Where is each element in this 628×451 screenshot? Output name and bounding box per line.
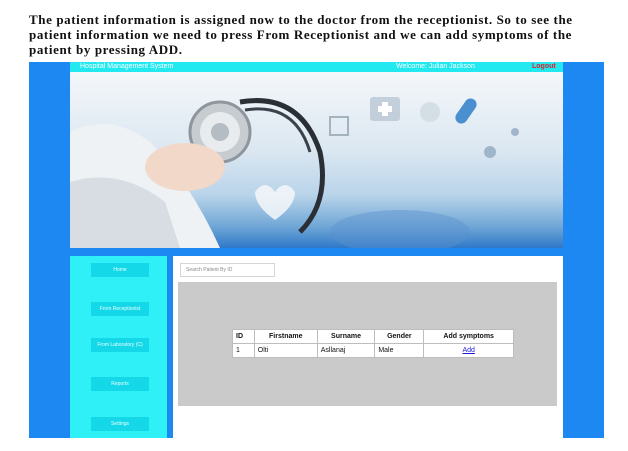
stethoscope-illustration (70, 97, 519, 248)
table-row: 1 Olti Asllanaj Male Add (232, 343, 514, 358)
search-patient-input[interactable] (180, 263, 275, 277)
column-header-id: ID (232, 329, 255, 344)
logout-link[interactable]: Logout (532, 62, 556, 72)
results-panel: ID Firstname Surname Gender Add symptoms… (178, 282, 557, 406)
column-header-add-symptoms: Add symptoms (423, 329, 514, 344)
sidebar-item-settings[interactable]: Settings (91, 417, 149, 431)
column-header-surname: Surname (316, 329, 376, 344)
sidebar: Home From Receptionist From Laboratory (… (70, 256, 167, 438)
instruction-caption: The patient information is assigned now … (29, 12, 573, 57)
hero-banner (70, 72, 563, 248)
sidebar-item-reports[interactable]: Reports (91, 377, 149, 391)
cell-surname: Asllanaj (316, 343, 376, 358)
cell-firstname: Olti (253, 343, 318, 358)
patients-table: ID Firstname Surname Gender Add symptoms… (232, 329, 514, 358)
sidebar-item-from-laboratory[interactable]: From Laboratory (C) (91, 338, 149, 352)
main-content: ID Firstname Surname Gender Add symptoms… (173, 256, 563, 438)
column-header-gender: Gender (374, 329, 425, 344)
sidebar-item-home[interactable]: Home (91, 263, 149, 277)
cell-add-symptoms: Add (423, 343, 514, 358)
sidebar-item-from-receptionist[interactable]: From Receptionist (91, 302, 149, 316)
cell-id: 1 (232, 343, 255, 358)
app-title: Hospital Management System (80, 63, 174, 70)
add-symptoms-link[interactable]: Add (462, 347, 474, 354)
cell-gender: Male (374, 343, 425, 358)
column-header-firstname: Firstname (253, 329, 318, 344)
top-bar: Hospital Management System Welcome: Juli… (70, 62, 563, 72)
welcome-text: Welcome: Julian Jackson (396, 63, 475, 70)
